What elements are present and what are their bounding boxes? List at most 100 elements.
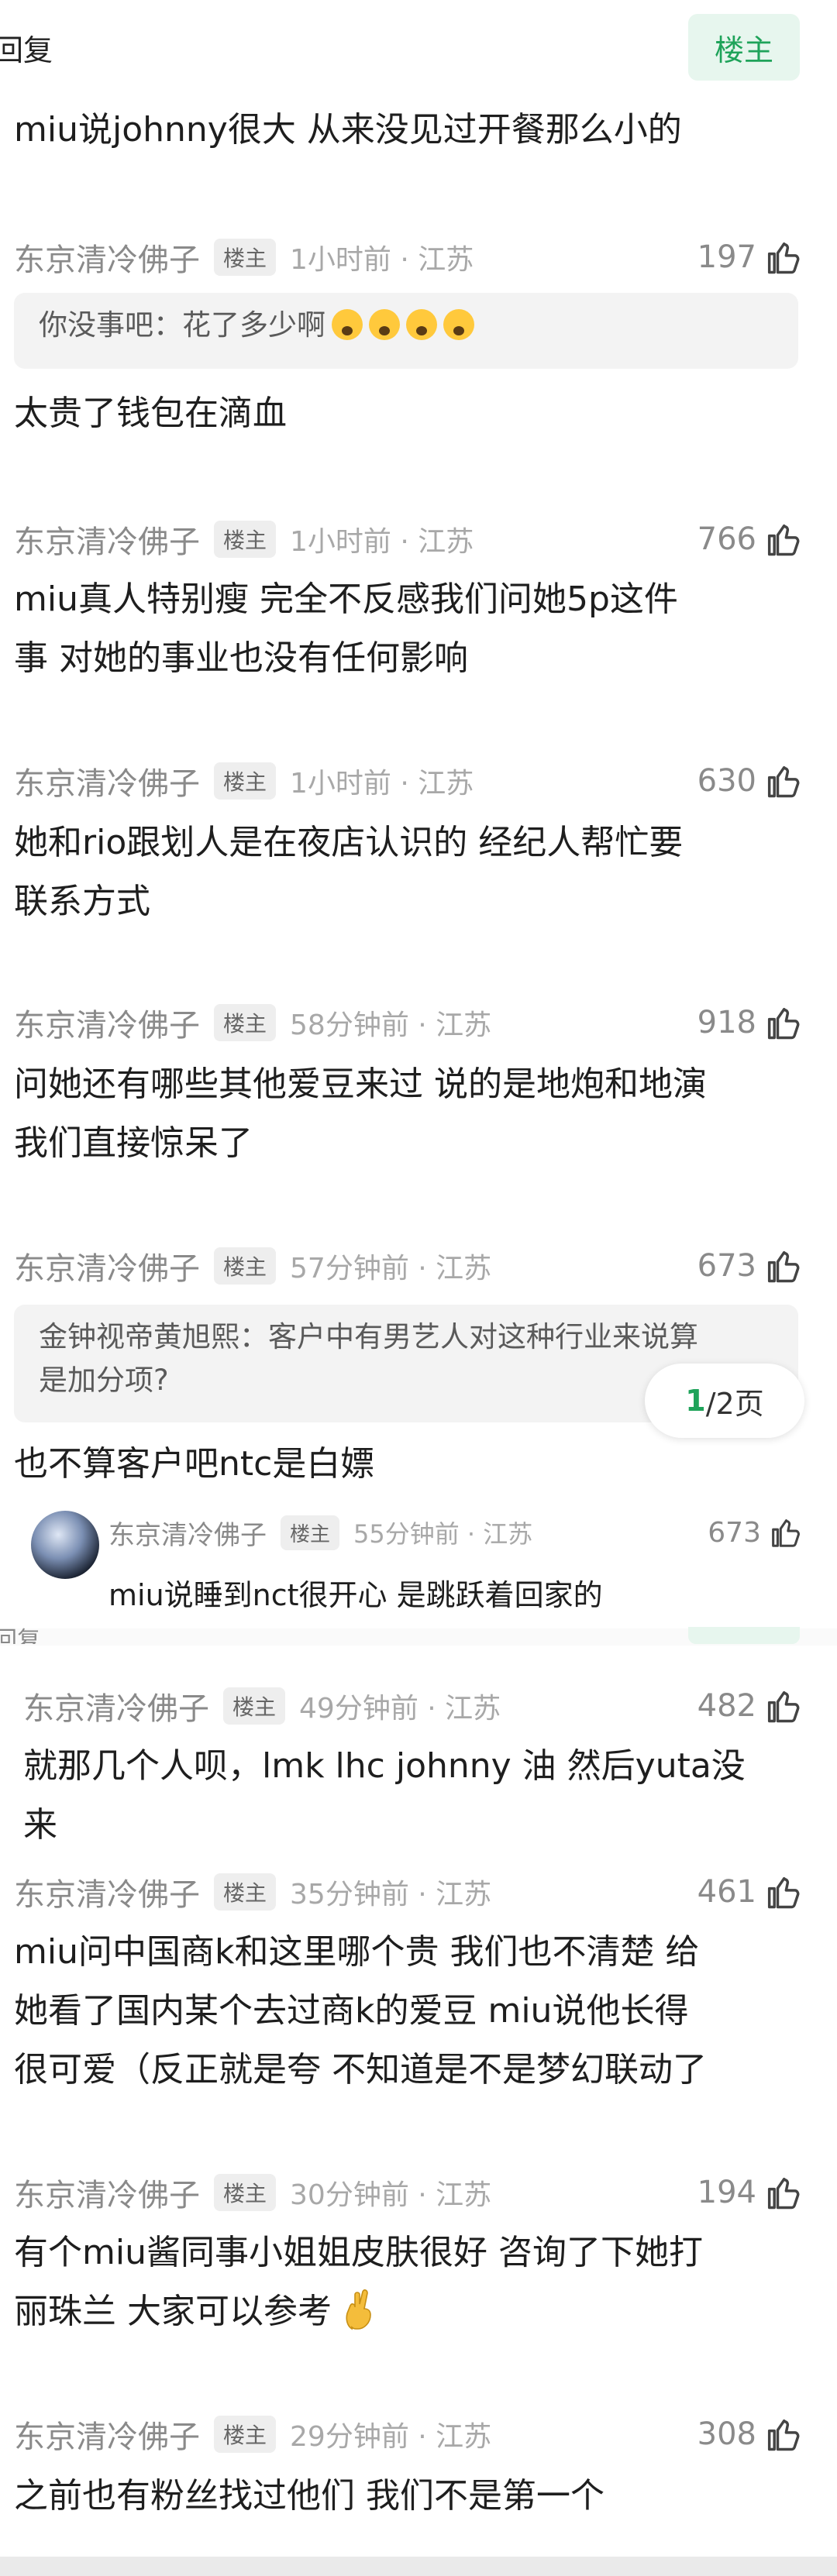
quoted-line: 金钟视帝黄旭熙：客户中有男艺人对这种行业来说算	[39, 1320, 698, 1353]
comment-text: 她和rio跟划人是在夜店认识的 经纪人帮忙要 联系方式	[14, 813, 806, 931]
scream-emoji	[443, 309, 474, 340]
owner-filter-button[interactable]	[688, 1627, 800, 1644]
like-count: 194	[697, 2175, 756, 2210]
comment-line: 事 对她的事业也没有任何影响	[14, 638, 468, 678]
author-name[interactable]: 东京清冷佛子	[14, 1000, 200, 1045]
scream-emoji	[332, 309, 363, 340]
thumbs-up-icon	[767, 1250, 800, 1283]
thumbs-up-icon	[772, 1519, 800, 1547]
like-button[interactable]: 673	[698, 1243, 803, 1289]
author-name[interactable]: 东京清冷佛子	[14, 517, 200, 562]
comment-text: miu说johnny很大 从来没见过开餐那么小的	[14, 110, 682, 150]
op-badge: 楼主	[214, 2174, 277, 2211]
thumbs-up-icon	[767, 1690, 800, 1723]
comment-time: 1小时前 · 江苏	[290, 526, 474, 558]
comment-text: 也不算客户吧ntc是白嫖	[14, 1444, 375, 1484]
like-button[interactable]: 630	[698, 758, 803, 804]
comment-time: 1小时前 · 江苏	[290, 768, 474, 800]
op-badge: 楼主	[214, 1004, 277, 1041]
comment-meta: 东京清冷佛子 楼主 1小时前 · 江苏	[14, 234, 474, 280]
comment-time: 30分钟前 · 江苏	[290, 2179, 492, 2211]
like-button[interactable]: 918	[698, 999, 803, 1046]
reply-time: 55分钟前 · 江苏	[353, 1519, 533, 1549]
like-count: 673	[697, 1248, 756, 1284]
op-badge: 楼主	[214, 1873, 277, 1911]
comment-line: 她和rio跟划人是在夜店认识的 经纪人帮忙要	[14, 823, 684, 862]
author-name[interactable]: 东京清冷佛子	[23, 1684, 209, 1728]
like-button[interactable]: 673	[708, 1513, 803, 1552]
comment-line: miu问中国商k和这里哪个贵 我们也不清楚 给	[14, 1932, 700, 1972]
like-count: 673	[708, 1516, 761, 1549]
op-badge: 楼主	[214, 521, 277, 558]
comment-line: 丽珠兰 大家可以参考	[14, 2292, 332, 2331]
comment-time: 1小时前 · 江苏	[290, 244, 474, 276]
comment-text: miu真人特别瘦 完全不反感我们问她5p这件 事 对她的事业也没有任何影响	[14, 570, 806, 688]
comment-line: 之前也有粉丝找过他们 我们不是第一个	[14, 2476, 604, 2516]
comment-line: 来	[23, 1805, 57, 1845]
comment-meta: 东京清冷佛子 楼主 1小时前 · 江苏	[14, 758, 474, 804]
like-button[interactable]: 766	[698, 516, 803, 562]
comment-meta: 东京清冷佛子 楼主 57分钟前 · 江苏	[14, 1243, 491, 1289]
comment-line: 她看了国内某个去过商k的爱豆 miu说他长得	[14, 1991, 689, 2031]
like-count: 766	[697, 521, 756, 557]
thumbs-up-icon	[767, 524, 800, 556]
pagination-indicator[interactable]: 1/2页	[645, 1364, 804, 1438]
comment-text: 之前也有粉丝找过他们 我们不是第一个	[14, 2467, 806, 2526]
thumbs-up-icon	[767, 1876, 800, 1909]
comment-line: 很可爱（反正就是夸 不知道是不是梦幻联动了	[14, 2050, 707, 2089]
comment-time: 29分钟前 · 江苏	[290, 2421, 492, 2453]
comment-meta: 东京清冷佛子 楼主 35分钟前 · 江苏	[14, 1869, 491, 1915]
reply-label[interactable]: 回复	[0, 1621, 40, 1644]
op-badge: 楼主	[214, 2416, 277, 2453]
like-count: 461	[697, 1874, 756, 1910]
owner-filter-button[interactable]: 楼主	[688, 14, 800, 81]
scream-emoji	[369, 309, 400, 340]
comment-text: 就那几个人呗，lmk lhc johnny 油 然后yuta没 来	[23, 1737, 806, 1855]
comment-text: 有个miu酱同事小姐姐皮肤很好 咨询了下她打 丽珠兰 大家可以参考	[14, 2223, 806, 2341]
quoted-text: 你没事吧：花了多少啊	[39, 308, 326, 342]
like-button[interactable]: 308	[698, 2411, 803, 2457]
author-name[interactable]: 东京清冷佛子	[14, 235, 200, 280]
comment-meta: 东京清冷佛子 楼主 29分钟前 · 江苏	[14, 2411, 491, 2457]
like-button[interactable]: 461	[698, 1869, 803, 1915]
comment-line: 有个miu酱同事小姐姐皮肤很好 咨询了下她打	[14, 2233, 703, 2272]
comment-meta: 东京清冷佛子 楼主 58分钟前 · 江苏	[14, 999, 491, 1046]
comment-meta: 东京清冷佛子 楼主 1小时前 · 江苏	[14, 516, 474, 562]
comment-line-with-emoji: 丽珠兰 大家可以参考	[14, 2282, 806, 2341]
op-badge: 楼主	[281, 1515, 340, 1550]
thumbs-up-icon	[767, 765, 800, 798]
comment-meta: 东京清冷佛子 楼主 30分钟前 · 江苏	[14, 2169, 491, 2216]
comment-line: 问她还有哪些其他爱豆来过 说的是地炮和地演	[14, 1064, 707, 1104]
like-count: 308	[697, 2416, 756, 2452]
comment-text: 问她还有哪些其他爱豆来过 说的是地炮和地演 我们直接惊呆了	[14, 1055, 806, 1173]
like-count: 918	[697, 1005, 756, 1040]
comment-line: miu真人特别瘦 完全不反感我们问她5p这件	[14, 580, 678, 619]
author-name[interactable]: 东京清冷佛子	[14, 758, 200, 803]
reply-text: miu说睡到nct很开心 是跳跃着回家的	[108, 1578, 603, 1612]
comment-time: 49分钟前 · 江苏	[299, 1693, 501, 1725]
like-button[interactable]: 194	[698, 2169, 803, 2216]
bottom-bar	[0, 2557, 837, 2576]
comment-line: 就那几个人呗，lmk lhc johnny 油 然后yuta没	[23, 1746, 746, 1786]
avatar[interactable]	[31, 1511, 99, 1579]
comment-text: 太贵了钱包在滴血	[14, 394, 287, 433]
scream-emoji	[406, 309, 437, 340]
author-name[interactable]: 东京清冷佛子	[14, 2412, 200, 2457]
crossed-fingers-emoji	[346, 2289, 371, 2330]
quoted-comment: 你没事吧：花了多少啊	[14, 293, 798, 369]
author-name[interactable]: 东京清冷佛子	[14, 2170, 200, 2215]
like-button[interactable]: 197	[698, 234, 803, 280]
comment-line: 我们直接惊呆了	[14, 1123, 253, 1163]
op-badge: 楼主	[223, 1687, 286, 1725]
thumbs-up-icon	[767, 242, 800, 274]
like-count: 197	[697, 239, 756, 275]
thumbs-up-icon	[767, 2419, 800, 2451]
page-total: /2页	[705, 1386, 764, 1421]
reply-label[interactable]: 回复	[0, 26, 53, 69]
author-name[interactable]: 东京清冷佛子	[108, 1514, 267, 1552]
like-button[interactable]: 482	[698, 1683, 803, 1729]
author-name[interactable]: 东京清冷佛子	[14, 1869, 200, 1914]
like-count: 630	[697, 763, 756, 799]
current-page: 1	[685, 1384, 706, 1418]
author-name[interactable]: 东京清冷佛子	[14, 1243, 200, 1288]
